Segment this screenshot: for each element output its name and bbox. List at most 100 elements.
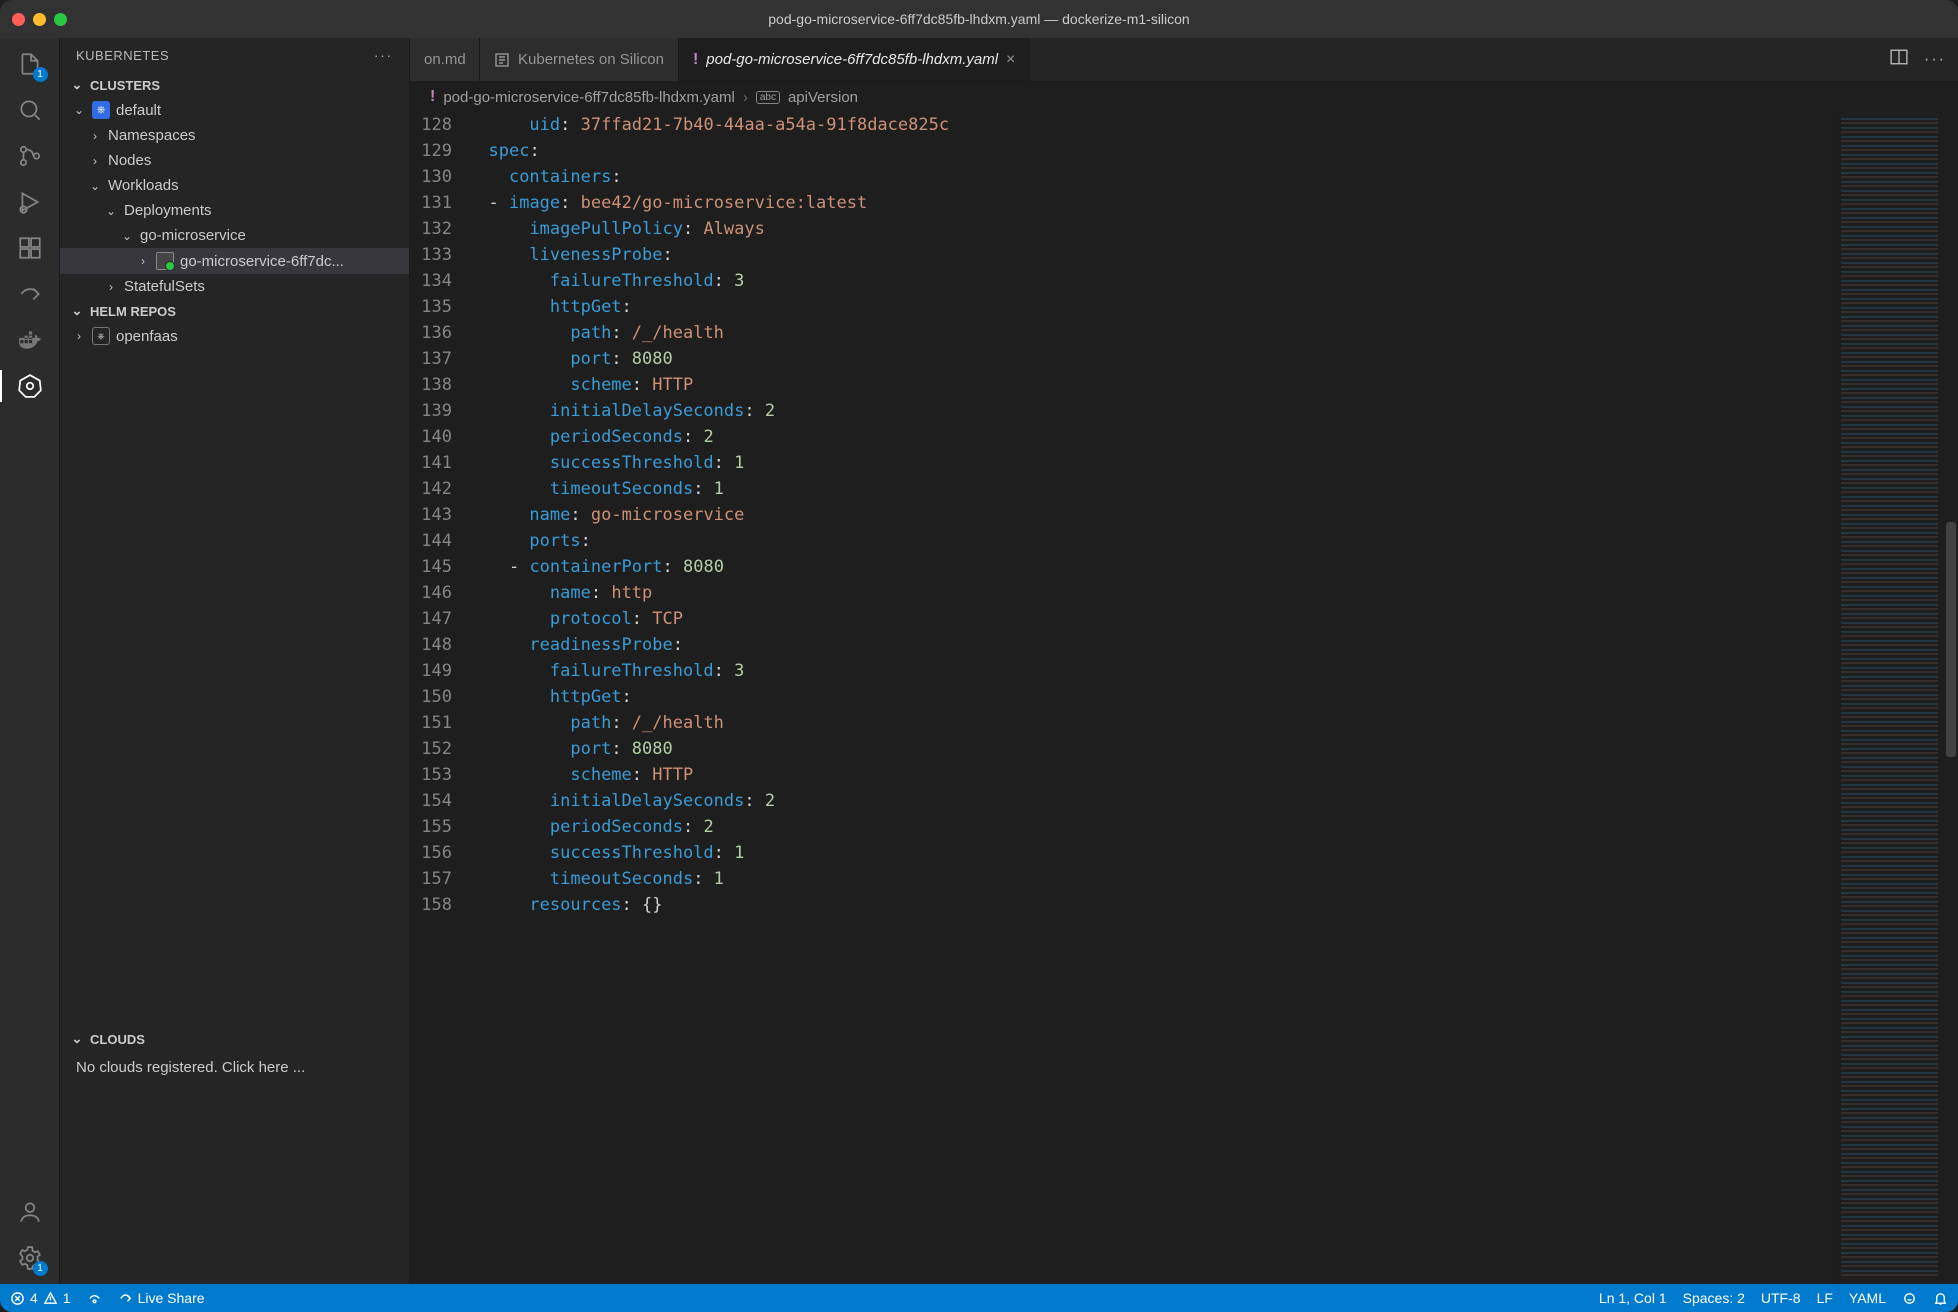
kubernetes-icon[interactable] xyxy=(14,370,46,402)
tree-workloads[interactable]: ⌄ Workloads xyxy=(60,173,409,198)
code-line[interactable]: 156 successThreshold: 1 xyxy=(410,840,1834,866)
code-line[interactable]: 143 name: go-microservice xyxy=(410,502,1834,528)
status-cursor[interactable]: Ln 1, Col 1 xyxy=(1599,1290,1667,1306)
line-number: 152 xyxy=(410,736,468,762)
account-icon[interactable] xyxy=(14,1196,46,1228)
share-icon[interactable] xyxy=(14,278,46,310)
code-line[interactable]: 139 initialDelaySeconds: 2 xyxy=(410,398,1834,424)
status-bell-icon[interactable] xyxy=(1933,1291,1948,1306)
line-number: 142 xyxy=(410,476,468,502)
code-line[interactable]: 146 name: http xyxy=(410,580,1834,606)
tab-pod-yaml[interactable]: ! pod-go-microservice-6ff7dc85fb-lhdxm.y… xyxy=(679,38,1030,81)
sidebar-more-icon[interactable]: ··· xyxy=(374,48,393,63)
code-line[interactable]: 130 containers: xyxy=(410,164,1834,190)
line-number: 156 xyxy=(410,840,468,866)
chevron-down-icon: ⌄ xyxy=(72,103,86,117)
code-line[interactable]: 155 periodSeconds: 2 xyxy=(410,814,1834,840)
line-number: 153 xyxy=(410,762,468,788)
explorer-badge: 1 xyxy=(33,67,48,82)
code-line[interactable]: 149 failureThreshold: 3 xyxy=(410,658,1834,684)
status-bar: 4 1 Live Share Ln 1, Col 1 Spaces: 2 UTF… xyxy=(0,1284,1958,1312)
code-line[interactable]: 142 timeoutSeconds: 1 xyxy=(410,476,1834,502)
code-line[interactable]: 140 periodSeconds: 2 xyxy=(410,424,1834,450)
window-minimize-button[interactable] xyxy=(33,13,46,26)
breadcrumb-symbol: apiVersion xyxy=(788,89,858,106)
code-line[interactable]: 158 resources: {} xyxy=(410,892,1834,918)
tree-cluster-default[interactable]: ⌄ ⎈ default xyxy=(60,97,409,123)
code-line[interactable]: 141 successThreshold: 1 xyxy=(410,450,1834,476)
section-clusters[interactable]: ⌄ CLUSTERS xyxy=(60,73,409,97)
status-encoding[interactable]: UTF-8 xyxy=(1761,1290,1801,1306)
code-line[interactable]: 147 protocol: TCP xyxy=(410,606,1834,632)
chevron-right-icon: › xyxy=(88,154,102,168)
search-icon[interactable] xyxy=(14,94,46,126)
code-line[interactable]: 138 scheme: HTTP xyxy=(410,372,1834,398)
code-line[interactable]: 132 imagePullPolicy: Always xyxy=(410,216,1834,242)
tree-cluster-label: default xyxy=(116,102,161,119)
code-line[interactable]: 129 spec: xyxy=(410,138,1834,164)
code-editor[interactable]: 128 uid: 37ffad21-7b40-44aa-a54a-91f8dac… xyxy=(410,112,1958,1284)
line-number: 143 xyxy=(410,502,468,528)
preview-icon xyxy=(494,52,510,68)
code-line[interactable]: 135 httpGet: xyxy=(410,294,1834,320)
tab-kubernetes-on-silicon[interactable]: Kubernetes on Silicon xyxy=(480,38,679,81)
traffic-lights xyxy=(12,13,67,26)
code-line[interactable]: 136 path: /_/health xyxy=(410,320,1834,346)
code-line[interactable]: 152 port: 8080 xyxy=(410,736,1834,762)
status-feedback-icon[interactable] xyxy=(1902,1291,1917,1306)
code-text: scheme: HTTP xyxy=(468,372,693,398)
tree-statefulsets[interactable]: › StatefulSets xyxy=(60,274,409,299)
code-line[interactable]: 128 uid: 37ffad21-7b40-44aa-a54a-91f8dac… xyxy=(410,112,1834,138)
chevron-down-icon: ⌄ xyxy=(70,303,84,319)
line-number: 158 xyxy=(410,892,468,918)
code-line[interactable]: 150 httpGet: xyxy=(410,684,1834,710)
tree-deployments[interactable]: ⌄ Deployments xyxy=(60,198,409,223)
status-live-share[interactable]: Live Share xyxy=(118,1290,205,1306)
status-language[interactable]: YAML xyxy=(1849,1290,1886,1306)
minimap[interactable] xyxy=(1834,112,1944,1284)
code-text: periodSeconds: 2 xyxy=(468,424,714,450)
tree-nodes-label: Nodes xyxy=(108,152,151,169)
settings-gear-icon[interactable]: 1 xyxy=(14,1242,46,1274)
clouds-empty-message[interactable]: No clouds registered. Click here ... xyxy=(60,1051,409,1084)
vertical-scrollbar[interactable] xyxy=(1944,112,1958,1284)
docker-icon[interactable] xyxy=(14,324,46,356)
tree-deployment-go-microservice[interactable]: ⌄ go-microservice xyxy=(60,223,409,248)
code-line[interactable]: 137 port: 8080 xyxy=(410,346,1834,372)
section-helm-label: HELM REPOS xyxy=(90,304,176,319)
code-line[interactable]: 133 livenessProbe: xyxy=(410,242,1834,268)
code-line[interactable]: 157 timeoutSeconds: 1 xyxy=(410,866,1834,892)
tree-helm-openfaas[interactable]: › ⎈ openfaas xyxy=(60,323,409,349)
more-actions-icon[interactable]: ··· xyxy=(1924,51,1946,69)
code-content[interactable]: 128 uid: 37ffad21-7b40-44aa-a54a-91f8dac… xyxy=(410,112,1834,1284)
code-line[interactable]: 144 ports: xyxy=(410,528,1834,554)
editor-area: on.md Kubernetes on Silicon ! pod-go-mic… xyxy=(410,38,1958,1284)
tree-namespaces[interactable]: › Namespaces xyxy=(60,123,409,148)
close-icon[interactable]: × xyxy=(1006,52,1015,68)
code-line[interactable]: 154 initialDelaySeconds: 2 xyxy=(410,788,1834,814)
window-maximize-button[interactable] xyxy=(54,13,67,26)
status-eol[interactable]: LF xyxy=(1817,1290,1833,1306)
section-helm[interactable]: ⌄ HELM REPOS xyxy=(60,299,409,323)
section-clouds[interactable]: ⌄ CLOUDS xyxy=(60,1027,409,1051)
window-close-button[interactable] xyxy=(12,13,25,26)
line-number: 139 xyxy=(410,398,468,424)
code-line[interactable]: 148 readinessProbe: xyxy=(410,632,1834,658)
tree-nodes[interactable]: › Nodes xyxy=(60,148,409,173)
code-line[interactable]: 145 - containerPort: 8080 xyxy=(410,554,1834,580)
extensions-icon[interactable] xyxy=(14,232,46,264)
breadcrumb[interactable]: ! pod-go-microservice-6ff7dc85fb-lhdxm.y… xyxy=(410,82,1958,112)
code-line[interactable]: 134 failureThreshold: 3 xyxy=(410,268,1834,294)
status-spaces[interactable]: Spaces: 2 xyxy=(1683,1290,1745,1306)
code-line[interactable]: 151 path: /_/health xyxy=(410,710,1834,736)
code-line[interactable]: 131 - image: bee42/go-microservice:lates… xyxy=(410,190,1834,216)
status-problems[interactable]: 4 1 xyxy=(10,1290,71,1306)
split-editor-icon[interactable] xyxy=(1890,48,1908,71)
tab-on-md[interactable]: on.md xyxy=(410,38,480,81)
code-line[interactable]: 153 scheme: HTTP xyxy=(410,762,1834,788)
run-debug-icon[interactable] xyxy=(14,186,46,218)
explorer-icon[interactable]: 1 xyxy=(14,48,46,80)
tree-pod-go-microservice[interactable]: › go-microservice-6ff7dc... xyxy=(60,248,409,274)
source-control-icon[interactable] xyxy=(14,140,46,172)
status-ports[interactable] xyxy=(87,1291,102,1306)
